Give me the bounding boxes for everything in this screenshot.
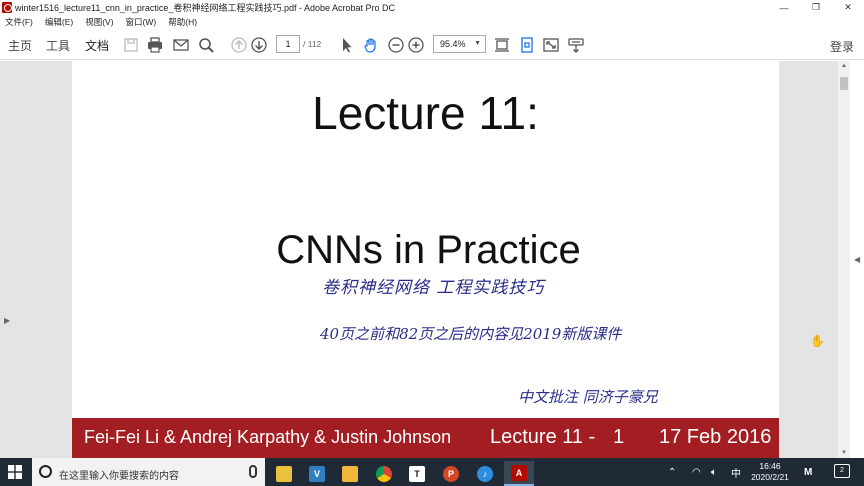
tray-chevron-icon[interactable]: ⌃	[668, 458, 676, 486]
read-mode-icon[interactable]	[567, 36, 585, 54]
pdf-page: Lecture 11: CNNs in Practice 卷积神经网络 工程实践…	[72, 61, 779, 458]
page-up-icon[interactable]	[230, 36, 248, 54]
vertical-scrollbar[interactable]: ▲ ▼	[838, 61, 850, 458]
chrome-icon	[376, 465, 392, 482]
window-title: winter1516_lecture11_cnn_in_practice_卷积神…	[15, 3, 396, 13]
taskbar-app-explorer[interactable]	[269, 461, 299, 486]
menu-view[interactable]: 视图(V)	[85, 16, 113, 28]
taskbar-app-typora[interactable]: T	[402, 461, 432, 486]
right-panel-strip: ◀	[850, 61, 864, 458]
handwritten-note-2: 40页之前和82页之后的内容见2019新版课件	[320, 325, 622, 343]
right-panel-toggle-icon[interactable]: ◀	[854, 255, 860, 264]
login-button[interactable]: 登录	[830, 38, 854, 55]
rotate-icon[interactable]	[518, 36, 536, 54]
scroll-up-icon[interactable]: ▲	[838, 61, 850, 71]
acrobat-icon: A	[511, 464, 527, 481]
microphone-icon[interactable]	[249, 465, 257, 478]
footer-date: 17 Feb 2016	[659, 426, 772, 448]
page-total: / 112	[303, 39, 322, 49]
page-subtitle: CNNs in Practice	[276, 228, 581, 272]
footer-authors: Fei-Fei Li & Andrej Karpathy & Justin Jo…	[84, 427, 452, 447]
network-icon[interactable]: ◠	[692, 458, 701, 486]
menu-help[interactable]: 帮助(H)	[168, 16, 197, 28]
tab-tools[interactable]: 工具	[46, 37, 70, 54]
taskbar-app-powerpoint[interactable]: P	[436, 461, 466, 486]
handwritten-note-1: 卷积神经网络 工程实践技巧	[322, 278, 545, 298]
taskbar: 在这里输入你要搜索的内容 V T P ♪ A ⌃ ◠ 🔈︎ 中 16:46 20…	[0, 458, 864, 486]
ime-indicator[interactable]: 中	[731, 458, 741, 486]
taskbar-app-folder[interactable]	[335, 461, 365, 486]
taskbar-search[interactable]: 在这里输入你要搜索的内容	[32, 458, 265, 486]
page-down-icon[interactable]	[250, 36, 268, 54]
zoom-select[interactable]: 95.4% ▼	[433, 35, 486, 53]
fullscreen-icon[interactable]	[542, 36, 560, 54]
minimize-button[interactable]: —	[768, 0, 800, 15]
menu-window[interactable]: 窗口(W)	[126, 16, 157, 28]
menu-bar: 文件(F) 编辑(E) 视图(V) 窗口(W) 帮助(H)	[0, 15, 864, 29]
toolbar: 主页 工具 文档 1 / 112 95.4% ▼ 登录	[0, 29, 864, 63]
taskbar-app-acrobat[interactable]: A	[504, 461, 534, 486]
hand-cursor-icon: ✋	[810, 334, 825, 348]
save-icon[interactable]	[122, 36, 140, 54]
chevron-down-icon: ▼	[474, 40, 481, 47]
zoom-out-icon[interactable]	[387, 36, 405, 54]
scroll-thumb[interactable]	[840, 77, 848, 90]
print-icon[interactable]	[146, 36, 164, 54]
windows-start-icon[interactable]	[8, 465, 22, 479]
email-icon[interactable]	[172, 36, 190, 54]
search-placeholder: 在这里输入你要搜索的内容	[59, 471, 179, 482]
clock-date: 2020/2/21	[751, 472, 789, 482]
notification-center-icon[interactable]: 2	[834, 464, 850, 478]
tab-document[interactable]: 文档	[82, 37, 112, 63]
page-number-input[interactable]: 1	[276, 35, 300, 53]
scroll-down-icon[interactable]: ▼	[838, 448, 850, 458]
app-tray-icon[interactable]: M	[804, 458, 812, 486]
slide-footer: Fei-Fei Li & Andrej Karpathy & Justin Jo…	[72, 418, 779, 458]
system-clock[interactable]: 16:46 2020/2/21	[748, 461, 792, 483]
folder-icon	[342, 465, 358, 482]
cortana-icon	[39, 465, 52, 478]
taskbar-app-chrome[interactable]	[369, 461, 399, 486]
powerpoint-icon: P	[443, 465, 459, 482]
footer-page-number: 1	[613, 426, 625, 448]
clock-time: 16:46	[759, 461, 781, 471]
window-controls: — ❐ ✕	[768, 0, 864, 15]
taskbar-app-vscode[interactable]: V	[302, 461, 332, 486]
volume-icon[interactable]: 🔈︎	[711, 458, 717, 486]
tab-home[interactable]: 主页	[8, 37, 32, 54]
select-cursor-icon[interactable]	[338, 36, 356, 54]
search-icon[interactable]	[197, 36, 215, 54]
footer-lecture: Lecture 11 -	[490, 426, 596, 448]
close-button[interactable]: ✕	[832, 0, 864, 15]
left-panel-toggle-icon[interactable]: ▶	[4, 316, 10, 325]
typora-icon: T	[409, 465, 425, 482]
zoom-in-icon[interactable]	[407, 36, 425, 54]
page-title: Lecture 11:	[312, 87, 539, 139]
acrobat-app-icon	[2, 2, 12, 13]
file-explorer-icon	[276, 465, 292, 482]
fit-width-icon[interactable]	[493, 36, 511, 54]
vscode-icon: V	[309, 465, 325, 482]
app-blue-icon: ♪	[477, 465, 493, 482]
zoom-value: 95.4%	[440, 39, 466, 49]
menu-file[interactable]: 文件(F)	[5, 16, 33, 28]
document-viewport[interactable]: ▶ Lecture 11: CNNs in Practice 卷积神经网络 工程…	[0, 61, 838, 458]
taskbar-app-blue[interactable]: ♪	[470, 461, 500, 486]
handwritten-note-3: 中文批注 同济子豪兄	[518, 388, 658, 406]
maximize-button[interactable]: ❐	[800, 0, 832, 15]
title-bar: winter1516_lecture11_cnn_in_practice_卷积神…	[0, 0, 864, 15]
hand-tool-icon[interactable]	[362, 36, 380, 54]
menu-edit[interactable]: 编辑(E)	[45, 16, 73, 28]
